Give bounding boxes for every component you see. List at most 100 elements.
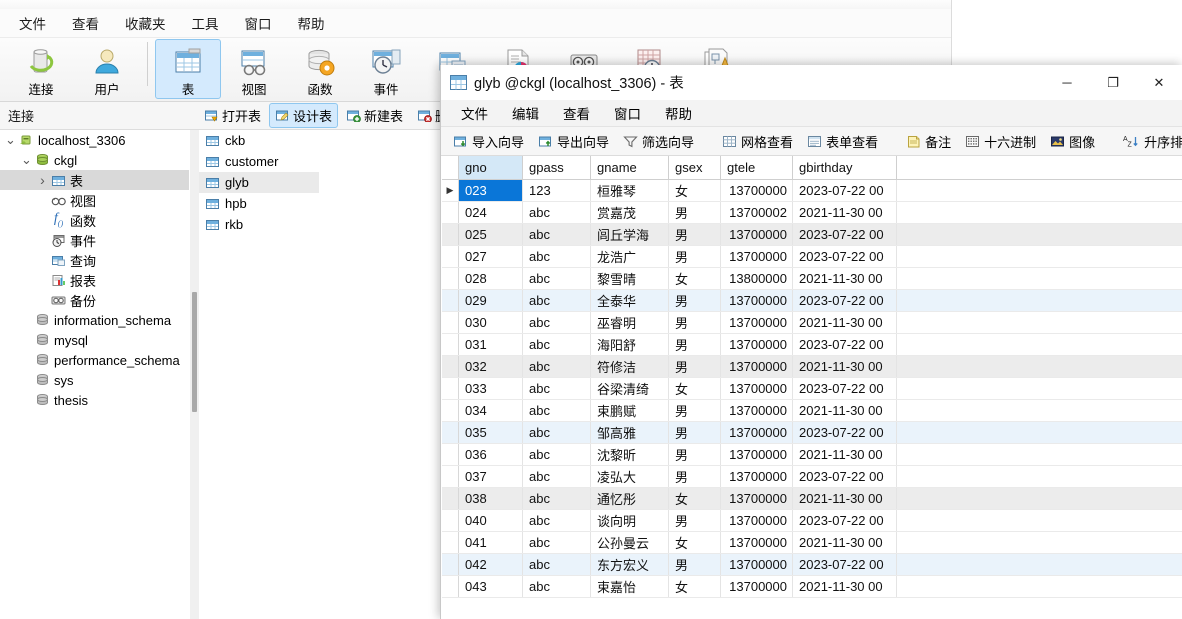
cell-gsex[interactable]: 男 [669, 400, 721, 421]
cell-gsex[interactable]: 女 [669, 488, 721, 509]
row-selector[interactable] [442, 488, 459, 509]
table-row[interactable]: ▶ 023 123 桓雅琴女 13700000 2023-07-22 00 [442, 180, 1182, 202]
cell-gsex[interactable]: 男 [669, 290, 721, 311]
toolbar-button-connection-icon[interactable]: 连接 [8, 39, 74, 99]
cell-gtele[interactable]: 13700000 [721, 246, 793, 267]
cell-gbirthday[interactable]: 2023-07-22 00 [793, 378, 897, 399]
toolbar-button-function-icon[interactable]: 函数 [287, 39, 353, 99]
table-row[interactable]: 032 abc 符修洁男 13700000 2021-11-30 00 [442, 356, 1182, 378]
cell-gsex[interactable]: 男 [669, 334, 721, 355]
cell-gpass[interactable]: abc [523, 378, 591, 399]
row-selector[interactable] [442, 202, 459, 223]
toolbar-button-user-icon[interactable]: 用户 [74, 39, 140, 99]
cell-gsex[interactable]: 女 [669, 268, 721, 289]
cell-gsex[interactable]: 男 [669, 422, 721, 443]
cell-gtele[interactable]: 13700000 [721, 180, 793, 201]
cell-gpass[interactable]: abc [523, 532, 591, 553]
cell-gbirthday[interactable]: 2021-11-30 00 [793, 312, 897, 333]
row-selector[interactable] [442, 268, 459, 289]
pane-splitter[interactable] [190, 130, 199, 619]
cell-gname[interactable]: 凌弘大 [591, 466, 669, 487]
cell-gsex[interactable]: 男 [669, 510, 721, 531]
table-row[interactable]: 028 abc 黎雪晴女 13800000 2021-11-30 00 [442, 268, 1182, 290]
subtoolbar-open-table-icon[interactable]: 打开表 [198, 103, 267, 128]
child-toolbar-grid-view-icon[interactable]: 网格查看 [716, 129, 799, 154]
tree-item-2[interactable]: › 表 [0, 170, 189, 190]
column-header-gname[interactable]: gname [591, 156, 669, 179]
row-selector[interactable] [442, 576, 459, 597]
tree-item-12[interactable]: sys [0, 370, 189, 390]
cell-gname[interactable]: 符修洁 [591, 356, 669, 377]
menu-item-1[interactable]: 查看 [59, 9, 112, 37]
table-list-item-0[interactable]: ckb [199, 130, 319, 151]
child-toolbar-sort-asc-icon[interactable]: AZ 升序排序 [1117, 129, 1182, 154]
row-selector[interactable] [442, 422, 459, 443]
table-row[interactable]: 030 abc 巫睿明男 13700000 2021-11-30 00 [442, 312, 1182, 334]
cell-gbirthday[interactable]: 2021-11-30 00 [793, 268, 897, 289]
table-row[interactable]: 036 abc 沈黎昕男 13700000 2021-11-30 00 [442, 444, 1182, 466]
cell-gpass[interactable]: abc [523, 202, 591, 223]
table-row[interactable]: 035 abc 邹高雅男 13700000 2023-07-22 00 [442, 422, 1182, 444]
menu-item-3[interactable]: 工具 [179, 9, 232, 37]
table-row[interactable]: 024 abc 赏嘉茂男 13700002 2021-11-30 00 [442, 202, 1182, 224]
cell-gbirthday[interactable]: 2021-11-30 00 [793, 532, 897, 553]
toolbar-button-event-icon[interactable]: 事件 [353, 39, 419, 99]
child-toolbar-import-wizard-icon[interactable]: 导入向导 [447, 129, 530, 154]
chevron-down-icon[interactable]: ⌄ [20, 153, 33, 166]
cell-gpass[interactable]: abc [523, 356, 591, 377]
cell-gbirthday[interactable]: 2021-11-30 00 [793, 202, 897, 223]
column-header-gno[interactable]: gno [459, 156, 523, 179]
table-row[interactable]: 029 abc 全泰华男 13700000 2023-07-22 00 [442, 290, 1182, 312]
cell-gpass[interactable]: abc [523, 510, 591, 531]
table-row[interactable]: 025 abc 闾丘学海男 13700000 2023-07-22 00 [442, 224, 1182, 246]
menu-item-2[interactable]: 收藏夹 [112, 9, 179, 37]
cell-gpass[interactable]: abc [523, 224, 591, 245]
cell-gtele[interactable]: 13700000 [721, 466, 793, 487]
table-row[interactable]: 031 abc 海阳舒男 13700000 2023-07-22 00 [442, 334, 1182, 356]
cell-gtele[interactable]: 13700000 [721, 334, 793, 355]
row-selector[interactable] [442, 334, 459, 355]
cell-gname[interactable]: 沈黎昕 [591, 444, 669, 465]
cell-gpass[interactable]: abc [523, 334, 591, 355]
cell-gpass[interactable]: abc [523, 290, 591, 311]
child-toolbar-export-wizard-icon[interactable]: 导出向导 [532, 129, 615, 154]
cell-gbirthday[interactable]: 2021-11-30 00 [793, 488, 897, 509]
cell-gbirthday[interactable]: 2023-07-22 00 [793, 554, 897, 575]
child-toolbar-form-view-icon[interactable]: 表单查看 [801, 129, 884, 154]
cell-gbirthday[interactable]: 2023-07-22 00 [793, 510, 897, 531]
row-selector[interactable] [442, 554, 459, 575]
row-selector[interactable] [442, 224, 459, 245]
cell-gpass[interactable]: abc [523, 554, 591, 575]
cell-gsex[interactable]: 男 [669, 202, 721, 223]
cell-gsex[interactable]: 男 [669, 356, 721, 377]
cell-gtele[interactable]: 13700002 [721, 202, 793, 223]
cell-gsex[interactable]: 男 [669, 246, 721, 267]
child-menu-item-0[interactable]: 文件 [449, 100, 500, 126]
cell-gpass[interactable]: abc [523, 268, 591, 289]
table-row[interactable]: 037 abc 凌弘大男 13700000 2023-07-22 00 [442, 466, 1182, 488]
cell-gsex[interactable]: 男 [669, 312, 721, 333]
cell-gsex[interactable]: 男 [669, 466, 721, 487]
cell-gtele[interactable]: 13700000 [721, 356, 793, 377]
child-menu-item-3[interactable]: 窗口 [602, 100, 653, 126]
cell-gno[interactable]: 038 [459, 488, 523, 509]
table-row[interactable]: 033 abc 谷梁清绮女 13700000 2023-07-22 00 [442, 378, 1182, 400]
cell-gtele[interactable]: 13800000 [721, 268, 793, 289]
cell-gno[interactable]: 036 [459, 444, 523, 465]
tree-item-6[interactable]: 查询 [0, 250, 189, 270]
cell-gtele[interactable]: 13700000 [721, 510, 793, 531]
cell-gno[interactable]: 030 [459, 312, 523, 333]
child-menu-item-1[interactable]: 编辑 [500, 100, 551, 126]
tree-item-11[interactable]: performance_schema [0, 350, 189, 370]
maximize-button[interactable]: ❐ [1090, 65, 1136, 100]
cell-gsex[interactable]: 女 [669, 532, 721, 553]
cell-gbirthday[interactable]: 2023-07-22 00 [793, 334, 897, 355]
cell-gno[interactable]: 032 [459, 356, 523, 377]
cell-gname[interactable]: 闾丘学海 [591, 224, 669, 245]
table-row[interactable]: 038 abc 通忆彤女 13700000 2021-11-30 00 [442, 488, 1182, 510]
close-button[interactable]: ✕ [1136, 65, 1182, 100]
current-row-indicator-icon[interactable]: ▶ [442, 180, 459, 201]
row-selector[interactable] [442, 378, 459, 399]
cell-gsex[interactable]: 男 [669, 224, 721, 245]
cell-gbirthday[interactable]: 2023-07-22 00 [793, 180, 897, 201]
